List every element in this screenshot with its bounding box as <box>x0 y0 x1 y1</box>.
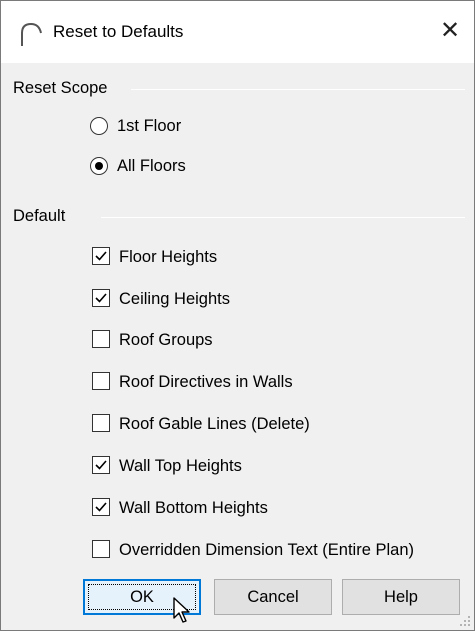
checkbox-wall-top-heights[interactable]: Wall Top Heights <box>92 455 392 479</box>
help-button[interactable]: Help <box>342 579 460 615</box>
checkbox[interactable] <box>92 330 110 348</box>
reset-scope-label: Reset Scope <box>13 78 116 98</box>
checkbox[interactable] <box>92 498 110 516</box>
checkbox-roof-gable-lines[interactable]: Roof Gable Lines (Delete) <box>92 413 392 437</box>
checkbox-overridden-dimension-text[interactable]: Overridden Dimension Text (Entire Plan) <box>92 539 467 563</box>
checkbox[interactable] <box>92 372 110 390</box>
checkbox[interactable] <box>92 289 110 307</box>
reset-to-defaults-dialog: Reset to Defaults ✕ Reset Scope 1st Floo… <box>0 0 475 631</box>
reset-scope-divider <box>131 89 465 90</box>
radio-button[interactable] <box>90 117 108 135</box>
checkbox[interactable] <box>92 247 110 265</box>
checkbox[interactable] <box>92 456 110 474</box>
close-icon: ✕ <box>439 17 461 44</box>
radio-1st-floor[interactable]: 1st Floor <box>90 115 240 139</box>
checkbox-ceiling-heights[interactable]: Ceiling Heights <box>92 288 392 312</box>
checkbox-wall-bottom-heights[interactable]: Wall Bottom Heights <box>92 497 392 521</box>
radio-button[interactable] <box>90 157 108 175</box>
default-divider <box>101 217 465 218</box>
close-button[interactable]: ✕ <box>433 15 467 49</box>
default-label: Default <box>13 206 74 226</box>
checkbox[interactable] <box>92 414 110 432</box>
mouse-pointer-icon <box>173 597 190 623</box>
resize-grip-icon[interactable] <box>459 615 471 627</box>
window-title: Reset to Defaults <box>53 22 184 41</box>
checkbox[interactable] <box>92 540 110 558</box>
arc-tool-icon <box>21 22 42 46</box>
checkbox-floor-heights[interactable]: Floor Heights <box>92 246 392 270</box>
radio-all-floors[interactable]: All Floors <box>90 155 240 179</box>
cancel-button[interactable]: Cancel <box>214 579 332 615</box>
checkbox-roof-directives-in-walls[interactable]: Roof Directives in Walls <box>92 371 392 395</box>
title-bar: Reset to Defaults ✕ <box>1 1 474 63</box>
checkbox-roof-groups[interactable]: Roof Groups <box>92 329 392 353</box>
